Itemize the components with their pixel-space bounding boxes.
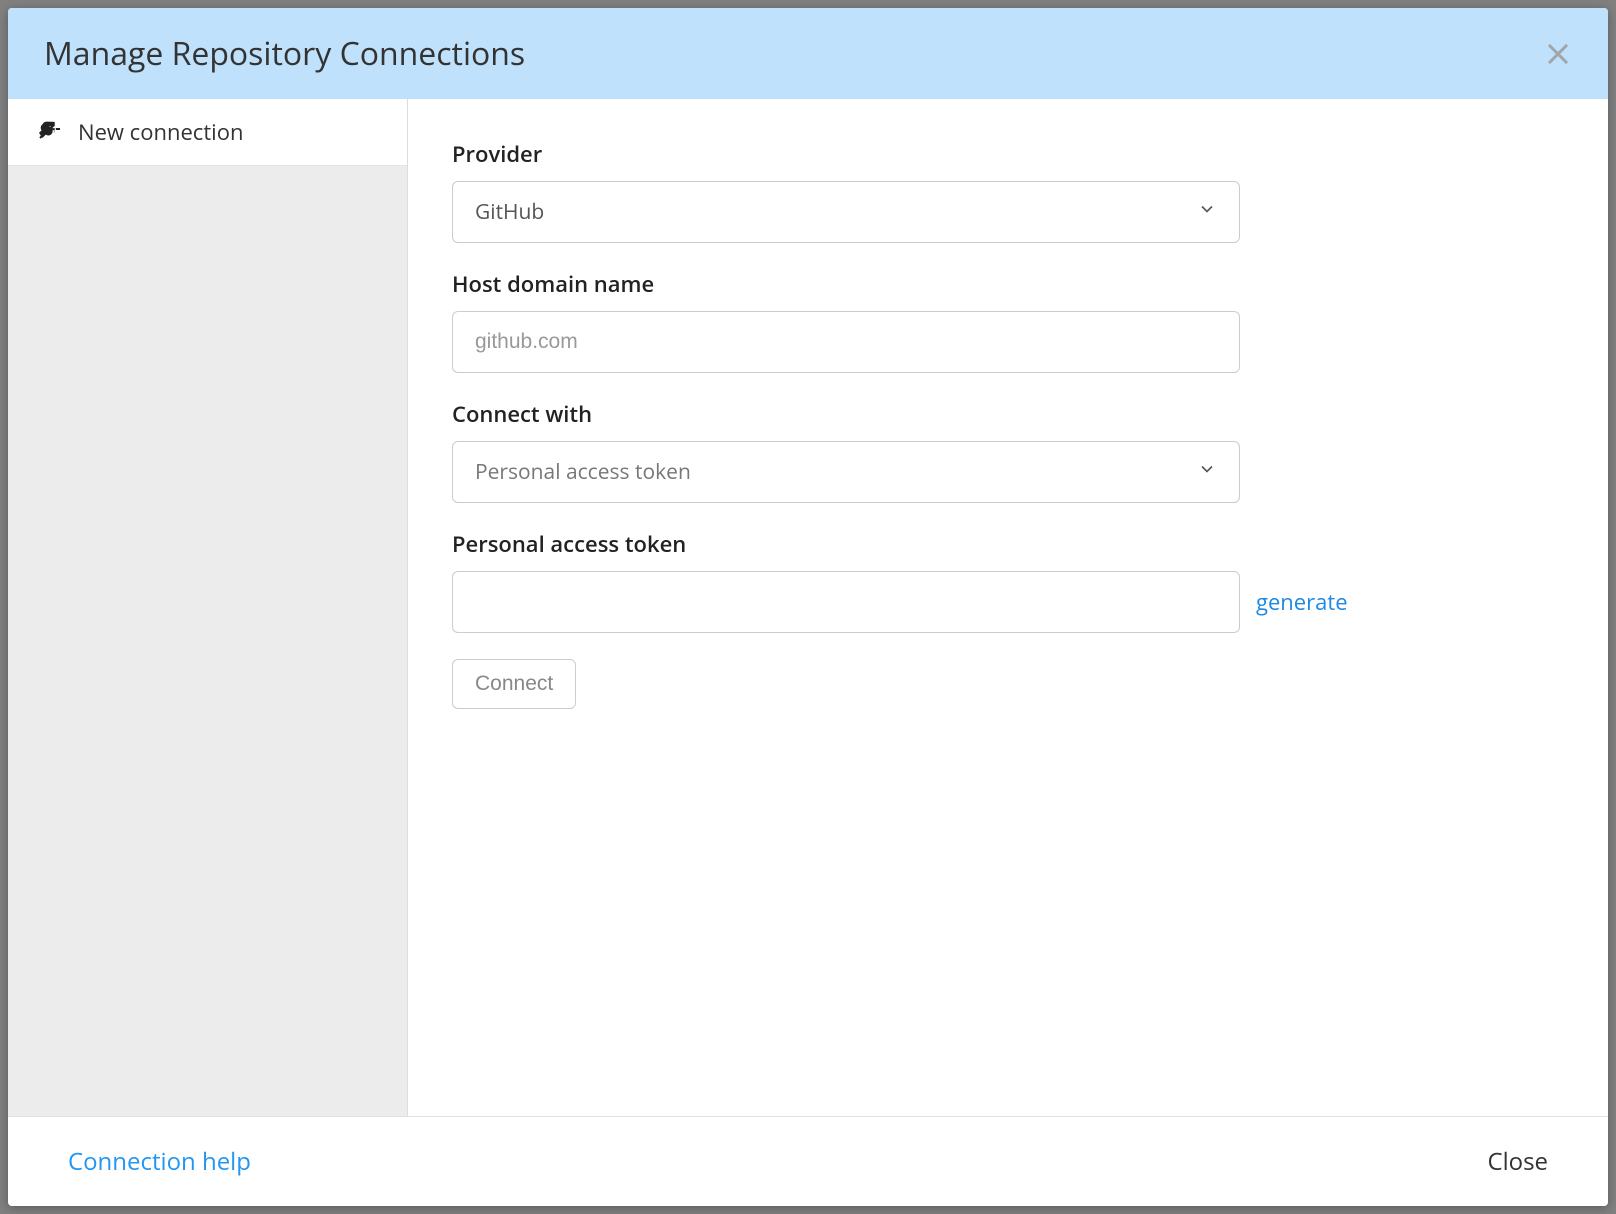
modal-header: Manage Repository Connections <box>8 8 1608 99</box>
modal-manage-repository-connections: Manage Repository Connections <box>8 8 1608 1206</box>
connect-button[interactable]: Connect <box>452 659 576 709</box>
connection-help-link[interactable]: Connection help <box>68 1145 251 1178</box>
connect-with-selected-value: Personal access token <box>475 458 691 486</box>
chevron-down-icon <box>1197 198 1217 226</box>
connect-with-select[interactable]: Personal access token <box>452 441 1240 503</box>
form-group-provider: Provider GitHub <box>452 139 1564 243</box>
token-input[interactable] <box>452 571 1240 633</box>
generate-token-link[interactable]: generate <box>1256 587 1348 617</box>
plug-icon <box>36 118 60 147</box>
modal-title: Manage Repository Connections <box>44 32 525 75</box>
chevron-down-icon <box>1197 458 1217 486</box>
token-label: Personal access token <box>452 529 1564 559</box>
form-group-submit: Connect <box>452 659 1564 709</box>
form-group-token: Personal access token generate <box>452 529 1564 633</box>
sidebar-item-new-connection[interactable]: New connection <box>8 99 407 166</box>
sidebar-item-label: New connection <box>78 117 243 147</box>
modal-body: New connection Provider GitHub <box>8 99 1608 1116</box>
connect-with-label: Connect with <box>452 399 1564 429</box>
form-group-host: Host domain name <box>452 269 1564 373</box>
provider-select[interactable]: GitHub <box>452 181 1240 243</box>
close-icon[interactable] <box>1544 40 1572 68</box>
form-panel: Provider GitHub Host domain name <box>408 99 1608 1116</box>
form-group-connect-with: Connect with Personal access token <box>452 399 1564 503</box>
host-input[interactable] <box>452 311 1240 373</box>
provider-label: Provider <box>452 139 1564 169</box>
sidebar: New connection <box>8 99 408 1116</box>
host-label: Host domain name <box>452 269 1564 299</box>
close-button[interactable]: Close <box>1487 1145 1548 1178</box>
provider-selected-value: GitHub <box>475 198 544 226</box>
modal-footer: Connection help Close <box>8 1116 1608 1206</box>
